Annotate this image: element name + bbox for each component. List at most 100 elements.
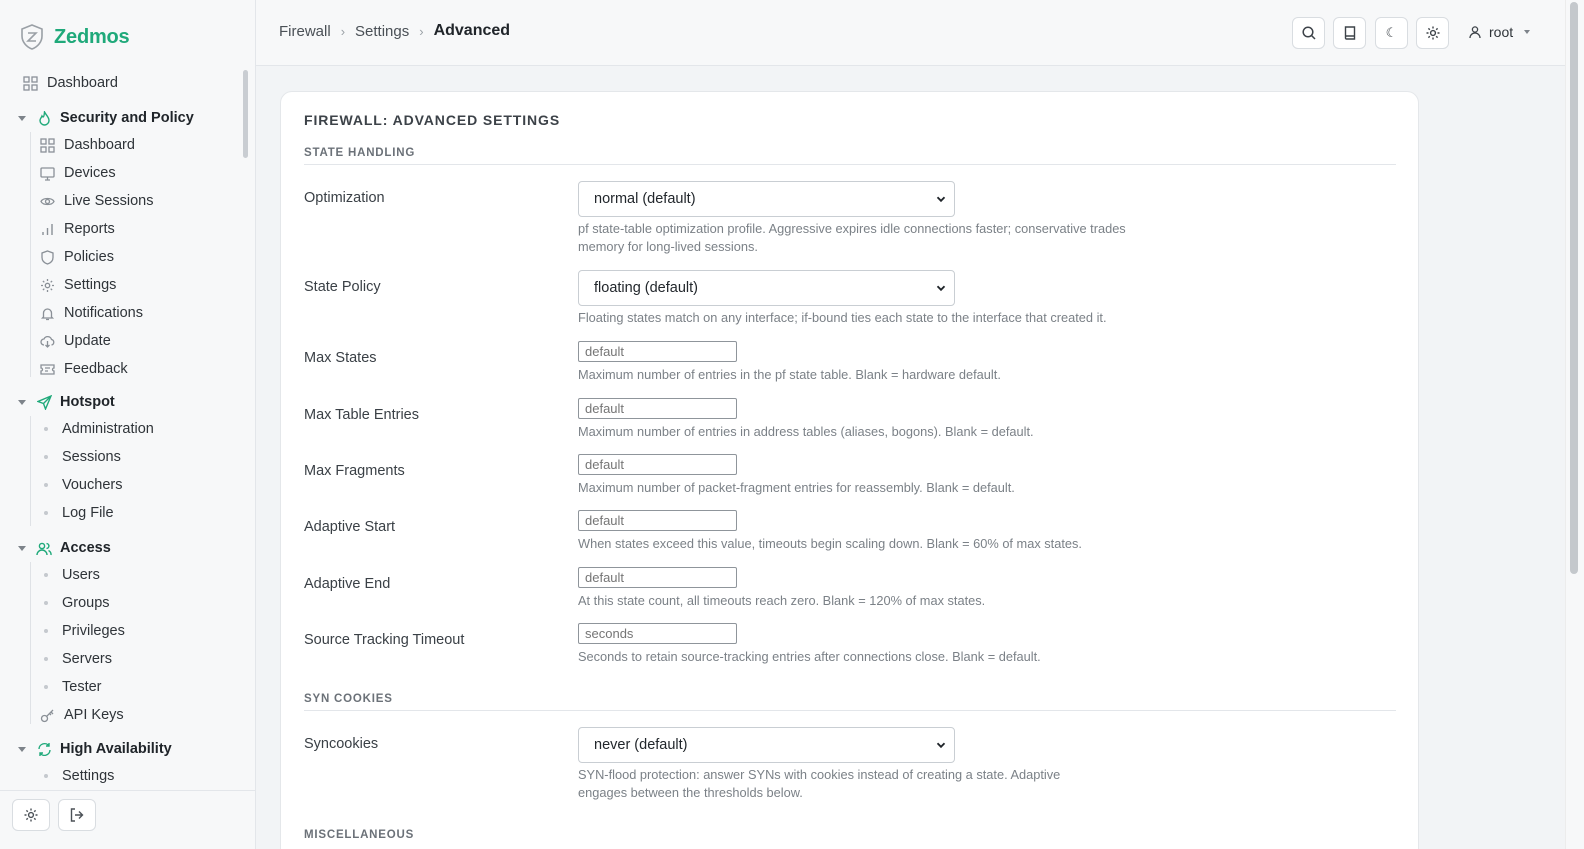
sidebar-section-security[interactable]: Security and Policy	[18, 105, 194, 131]
sidebar-item-sessions[interactable]: Sessions	[44, 444, 121, 470]
sidebar-item-servers[interactable]: Servers	[44, 646, 112, 672]
theme-toggle-button[interactable]: ☾	[1375, 17, 1408, 49]
field-help: At this state count, all timeouts reach …	[578, 593, 986, 608]
bullet-dot-icon	[44, 427, 48, 431]
section-syn-cookies: SYN COOKIES	[304, 693, 1396, 711]
book-icon	[1344, 26, 1355, 40]
select-value: never (default)	[594, 737, 688, 753]
sidebar-section-high-availability[interactable]: High Availability	[18, 736, 172, 762]
sidebar-item-live-sessions[interactable]: Live Sessions	[39, 188, 153, 214]
sidebar-item-label: Devices	[64, 165, 116, 181]
topbar: Firewall › Settings › Advanced ☾ root	[256, 0, 1565, 66]
field-help: When states exceed this value, timeouts …	[578, 536, 1082, 551]
bullet-dot-icon	[44, 573, 48, 577]
field-help: pf state-table optimization profile. Agg…	[578, 221, 1126, 254]
sidebar-item-label: Dashboard	[64, 137, 135, 153]
syncookies-select[interactable]: never (default)	[578, 727, 955, 763]
breadcrumb-firewall[interactable]: Firewall	[279, 23, 331, 40]
field-help: Maximum number of entries in the pf stat…	[578, 367, 1001, 382]
sidebar-item-label: Servers	[62, 651, 112, 667]
select-value: normal (default)	[594, 191, 696, 207]
settings-button[interactable]	[12, 799, 50, 831]
user-icon	[1469, 26, 1481, 39]
field-help: Floating states match on any interface; …	[578, 310, 1107, 325]
sidebar-item-ha-settings[interactable]: Settings	[44, 763, 114, 784]
max-table-entries-input[interactable]	[578, 398, 737, 419]
sidebar-item-administration[interactable]: Administration	[44, 416, 154, 442]
sidebar-item-label: Feedback	[64, 361, 128, 377]
sidebar-item-label: Live Sessions	[64, 193, 154, 209]
sidebar-item-label: Groups	[62, 595, 110, 611]
chevron-down-icon	[936, 285, 946, 292]
brand-name: Zedmos	[54, 25, 130, 48]
sidebar-item-update[interactable]: Update	[39, 328, 111, 354]
sidebar-item-label: Settings	[64, 277, 117, 293]
docs-button[interactable]	[1333, 17, 1366, 49]
sidebar-item-users[interactable]: Users	[44, 562, 100, 588]
refresh-icon	[36, 741, 52, 757]
sidebar-item-policies[interactable]: Policies	[39, 244, 114, 270]
logout-button[interactable]	[58, 799, 96, 831]
eye-icon	[39, 193, 55, 209]
key-icon	[39, 707, 55, 723]
field-help: Maximum number of packet-fragment entrie…	[578, 480, 1015, 495]
sidebar-item-reports[interactable]: Reports	[39, 216, 115, 242]
bullet-dot-icon	[44, 455, 48, 459]
sidebar-item-dashboard[interactable]: Dashboard	[22, 70, 118, 96]
sidebar-item-vouchers[interactable]: Vouchers	[44, 472, 122, 498]
sidebar-item-log-file[interactable]: Log File	[44, 500, 114, 526]
sidebar-section-access[interactable]: Access	[18, 535, 111, 561]
logout-icon	[70, 808, 84, 822]
max-fragments-input[interactable]	[578, 454, 737, 475]
sidebar-item-label: Update	[64, 333, 111, 349]
brand[interactable]: Zedmos	[20, 22, 130, 52]
page-scrollbar[interactable]	[1565, 0, 1584, 849]
adaptive-start-input[interactable]	[578, 510, 737, 531]
state-policy-select[interactable]: floating (default)	[578, 270, 955, 306]
sidebar-scrollbar[interactable]	[243, 70, 248, 158]
grid-icon	[22, 75, 38, 91]
user-menu[interactable]: root	[1468, 24, 1531, 40]
field-label: Syncookies	[304, 736, 379, 752]
max-states-input[interactable]	[578, 341, 737, 362]
breadcrumb-settings[interactable]: Settings	[355, 23, 409, 40]
sidebar-item-groups[interactable]: Groups	[44, 590, 110, 616]
grid-icon	[39, 137, 55, 153]
chevron-right-icon: ›	[340, 23, 346, 39]
preferences-button[interactable]	[1416, 17, 1449, 49]
sidebar-item-settings[interactable]: Settings	[39, 272, 116, 298]
ticket-icon	[39, 361, 55, 377]
send-icon	[36, 394, 52, 410]
sidebar-item-api-keys[interactable]: API Keys	[39, 702, 124, 728]
bullet-dot-icon	[44, 685, 48, 689]
adaptive-end-input[interactable]	[578, 567, 737, 588]
sidebar-item-notifications[interactable]: Notifications	[39, 300, 143, 326]
search-button[interactable]	[1292, 17, 1325, 49]
gear-icon	[1426, 26, 1439, 40]
field-label: Source Tracking Timeout	[304, 632, 465, 648]
select-value: floating (default)	[594, 280, 698, 296]
sidebar-item-sp-dashboard[interactable]: Dashboard	[39, 132, 135, 158]
sidebar-item-tester[interactable]: Tester	[44, 674, 102, 700]
sidebar-item-privileges[interactable]: Privileges	[44, 618, 125, 644]
field-help: Maximum number of entries in address tab…	[578, 424, 1034, 439]
bullet-dot-icon	[44, 629, 48, 633]
sidebar-item-label: Vouchers	[62, 477, 123, 493]
optimization-select[interactable]: normal (default)	[578, 181, 955, 217]
section-state-handling: STATE HANDLING	[304, 147, 1396, 165]
bar-chart-icon	[39, 221, 55, 237]
sidebar-item-label: Reports	[64, 221, 115, 237]
field-label: Adaptive End	[304, 576, 391, 592]
sidebar-section-hotspot[interactable]: Hotspot	[18, 389, 115, 415]
source-tracking-timeout-input[interactable]	[578, 623, 737, 644]
sidebar-item-label: Administration	[62, 421, 154, 437]
sidebar-item-label: Dashboard	[47, 75, 118, 91]
page-scrollbar-thumb[interactable]	[1570, 2, 1578, 574]
cloud-download-icon	[39, 333, 55, 349]
chevron-down-icon	[936, 742, 946, 749]
sidebar-item-devices[interactable]: Devices	[39, 160, 116, 186]
page-title: FIREWALL: ADVANCED SETTINGS	[304, 112, 561, 128]
breadcrumb-current: Advanced	[433, 22, 511, 39]
sidebar-item-feedback[interactable]: Feedback	[39, 356, 128, 382]
sidebar-item-label: Sessions	[62, 449, 121, 465]
